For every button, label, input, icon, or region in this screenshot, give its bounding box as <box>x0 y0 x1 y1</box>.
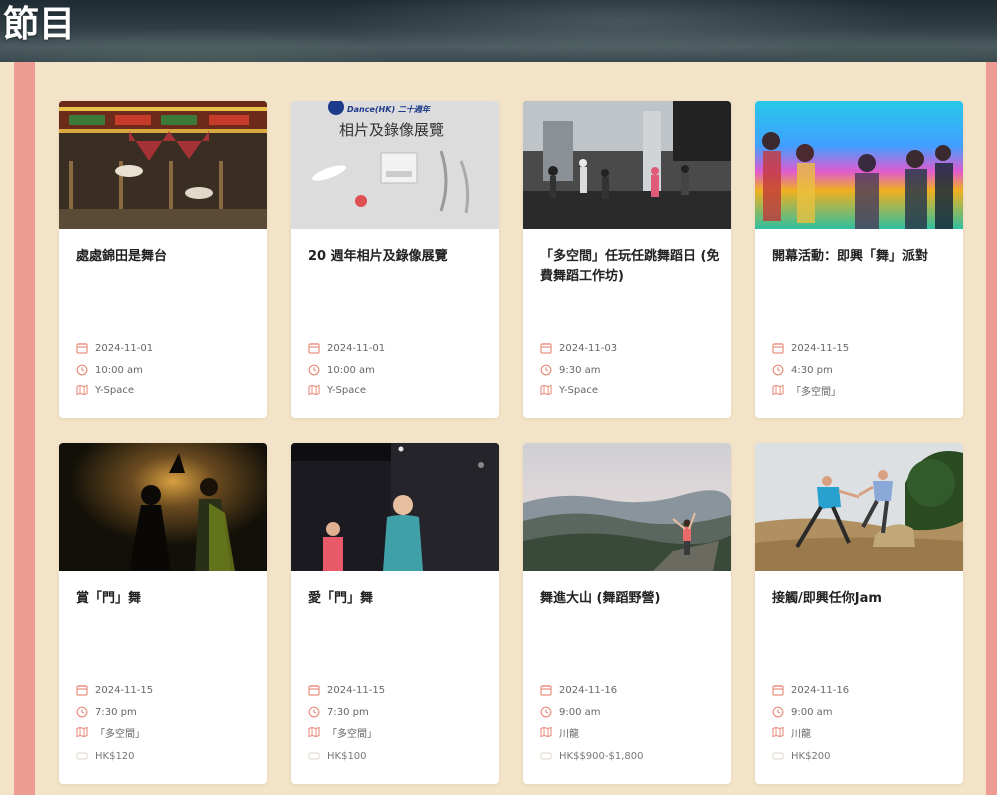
clock-icon <box>540 364 552 376</box>
event-price: HK$200 <box>772 748 831 764</box>
event-card[interactable]: 賞「門」舞 2024-11-15 7:30 pm 「多空間」 HK$120 <box>59 443 267 784</box>
event-title[interactable]: 賞「門」舞 <box>76 589 256 609</box>
event-date: 2024-11-15 <box>308 682 385 698</box>
calendar-icon <box>76 685 88 696</box>
event-time: 9:00 am <box>540 704 601 720</box>
calendar-icon <box>308 343 320 354</box>
calendar-icon <box>772 685 784 696</box>
event-time: 4:30 pm <box>772 362 833 378</box>
calendar-icon <box>540 685 552 696</box>
map-icon <box>772 384 784 396</box>
event-title[interactable]: 處處錦田是舞台 <box>76 247 256 267</box>
event-card[interactable]: 接觸/即興任你Jam 2024-11-16 9:00 am 川龍 HK$200 <box>755 443 963 784</box>
frame-border-left <box>14 62 35 795</box>
map-icon <box>540 384 552 396</box>
ticket-icon <box>772 752 784 760</box>
clock-icon <box>76 364 88 376</box>
map-icon <box>308 726 320 738</box>
event-card[interactable]: 開幕活動：即興「舞」派對 2024-11-15 4:30 pm 「多空間」 <box>755 101 963 418</box>
svg-text:相片及錄像展覽: 相片及錄像展覽 <box>339 121 444 139</box>
hero-banner: 節目 <box>0 0 997 62</box>
event-time: 7:30 pm <box>76 704 137 720</box>
event-time: 9:30 am <box>540 362 601 378</box>
map-icon <box>76 726 88 738</box>
calendar-icon <box>772 343 784 354</box>
event-price: HK$$900-$1,800 <box>540 748 644 764</box>
svg-text:Dance(HK) 二十週年: Dance(HK) 二十週年 <box>347 105 431 114</box>
clock-icon <box>772 706 784 718</box>
event-venue: 川龍 <box>540 724 579 740</box>
event-image <box>523 443 731 571</box>
event-time: 10:00 am <box>76 362 143 378</box>
event-title[interactable]: 愛「門」舞 <box>308 589 488 609</box>
event-time: 9:00 am <box>772 704 833 720</box>
map-icon <box>540 726 552 738</box>
event-date: 2024-11-03 <box>540 340 617 356</box>
event-image <box>755 443 963 571</box>
map-icon <box>76 384 88 396</box>
event-venue: 「多空間」 <box>308 724 377 740</box>
event-price: HK$100 <box>308 748 367 764</box>
events-section: 處處錦田是舞台 2024-11-01 10:00 am Y-Space Danc… <box>35 62 986 795</box>
clock-icon <box>76 706 88 718</box>
clock-icon <box>308 364 320 376</box>
event-venue: 「多空間」 <box>76 724 145 740</box>
clock-icon <box>772 364 784 376</box>
map-icon <box>772 726 784 738</box>
event-title[interactable]: 20 週年相片及錄像展覽 <box>308 247 488 267</box>
event-card[interactable]: 舞進大山 (舞蹈野營) 2024-11-16 9:00 am 川龍 HK$$90… <box>523 443 731 784</box>
event-image <box>523 101 731 229</box>
ticket-icon <box>76 752 88 760</box>
event-venue: Y-Space <box>540 382 598 398</box>
calendar-icon <box>308 685 320 696</box>
event-title[interactable]: 「多空間」任玩任跳舞蹈日 (免費舞蹈工作坊) <box>540 247 720 287</box>
map-icon <box>308 384 320 396</box>
event-time: 7:30 pm <box>308 704 369 720</box>
event-date: 2024-11-01 <box>308 340 385 356</box>
event-image <box>59 101 267 229</box>
event-image <box>59 443 267 571</box>
event-date: 2024-11-16 <box>540 682 617 698</box>
event-time: 10:00 am <box>308 362 375 378</box>
clock-icon <box>308 706 320 718</box>
event-date: 2024-11-16 <box>772 682 849 698</box>
event-title[interactable]: 接觸/即興任你Jam <box>772 589 952 609</box>
event-image <box>291 443 499 571</box>
event-card[interactable]: Dance(HK) 二十週年 相片及錄像展覽 20 週年相片及錄像展覽 2024… <box>291 101 499 418</box>
event-venue: Y-Space <box>308 382 366 398</box>
ticket-icon <box>308 752 320 760</box>
calendar-icon <box>76 343 88 354</box>
event-title[interactable]: 開幕活動：即興「舞」派對 <box>772 247 952 267</box>
event-date: 2024-11-01 <box>76 340 153 356</box>
event-card[interactable]: 愛「門」舞 2024-11-15 7:30 pm 「多空間」 HK$100 <box>291 443 499 784</box>
event-price: HK$120 <box>76 748 135 764</box>
event-card[interactable]: 處處錦田是舞台 2024-11-01 10:00 am Y-Space <box>59 101 267 418</box>
event-date: 2024-11-15 <box>772 340 849 356</box>
frame-border-right <box>986 62 997 795</box>
event-card[interactable]: 「多空間」任玩任跳舞蹈日 (免費舞蹈工作坊) 2024-11-03 9:30 a… <box>523 101 731 418</box>
event-image <box>755 101 963 229</box>
page-title: 節目 <box>3 4 76 45</box>
event-date: 2024-11-15 <box>76 682 153 698</box>
event-venue: Y-Space <box>76 382 134 398</box>
event-venue: 川龍 <box>772 724 811 740</box>
event-image: Dance(HK) 二十週年 相片及錄像展覽 <box>291 101 499 229</box>
ticket-icon <box>540 752 552 760</box>
calendar-icon <box>540 343 552 354</box>
clock-icon <box>540 706 552 718</box>
event-title[interactable]: 舞進大山 (舞蹈野營) <box>540 589 720 609</box>
event-venue: 「多空間」 <box>772 382 841 398</box>
